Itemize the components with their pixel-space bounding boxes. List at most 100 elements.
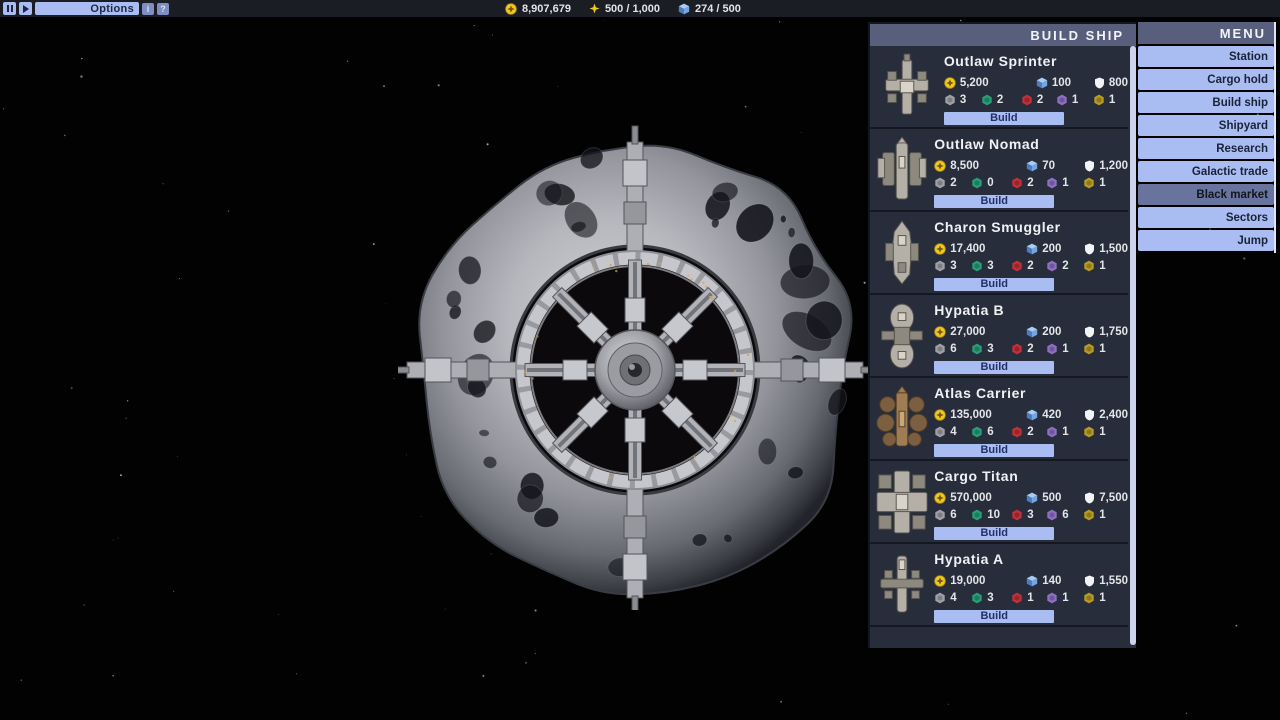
build-button[interactable]: Build [934, 278, 1054, 291]
cube-icon [1026, 409, 1038, 421]
material-gray: 3 [934, 260, 971, 272]
cube-icon [1026, 160, 1038, 172]
menu-panel: MENU Station Cargo hold Build ship Shipy… [1138, 22, 1276, 253]
top-bar: Options i ? 8,907,679 500 / 1,000 274 / … [0, 0, 1280, 17]
hexagon-gray-icon [934, 592, 946, 604]
hexagon-yellow-icon [1083, 343, 1095, 355]
ship-entry[interactable]: Atlas Carrier 135,000 420 [870, 378, 1128, 461]
menu-item-label: Jump [1237, 235, 1268, 247]
material-yellow: 1 [1083, 426, 1128, 438]
credits-icon [944, 77, 956, 89]
menu-item[interactable]: Cargo hold [1138, 69, 1274, 90]
hexagon-red-icon [1011, 592, 1023, 604]
hexagon-yellow-icon [1083, 426, 1095, 438]
hexagon-green-icon [971, 509, 983, 521]
ship-entry[interactable]: Hypatia A 19,000 140 [870, 544, 1128, 627]
play-button[interactable] [19, 2, 32, 15]
ship-info: Cargo Titan 570,000 500 [934, 461, 1128, 542]
ship-info: Charon Smuggler 17,400 200 [934, 212, 1128, 293]
menu-item[interactable]: Build ship [1138, 92, 1274, 113]
ship-entry[interactable]: Charon Smuggler 17,400 200 [870, 212, 1128, 295]
menu-item[interactable]: Sectors [1138, 207, 1274, 228]
hexagon-purple-icon [1046, 426, 1058, 438]
hexagon-yellow-icon [1083, 592, 1095, 604]
cost-credits: 5,200 [944, 77, 1036, 89]
build-button[interactable]: Build [934, 444, 1054, 457]
material-red: 2 [1011, 260, 1046, 272]
material-yellow: 1 [1083, 592, 1128, 604]
material-red: 2 [1021, 94, 1056, 106]
menu-item[interactable]: Jump [1138, 230, 1274, 251]
menu-item-label: Research [1216, 143, 1268, 155]
ship-name: Charon Smuggler [934, 219, 1128, 235]
cube-icon [678, 3, 690, 15]
build-ship-panel: BUILD SHIP Outlaw Sprinter 5,200 [868, 22, 1136, 648]
pause-button[interactable] [3, 2, 16, 15]
material-red: 2 [1011, 177, 1046, 189]
cost-cubes: 140 [1026, 575, 1084, 587]
ship-name: Outlaw Nomad [934, 136, 1128, 152]
cube-icon [1026, 243, 1038, 255]
cost-cubes: 100 [1036, 77, 1094, 89]
build-ship-title: BUILD SHIP [870, 24, 1136, 46]
hexagon-red-icon [1011, 426, 1023, 438]
build-button[interactable]: Build [934, 610, 1054, 623]
material-green: 10 [971, 509, 1011, 521]
info-button[interactable]: i [142, 3, 154, 15]
material-yellow: 1 [1083, 260, 1128, 272]
build-button[interactable]: Build [934, 361, 1054, 374]
material-green: 3 [971, 260, 1011, 272]
ship-cost-row: 5,200 100 800 [944, 74, 1128, 91]
cost-shield: 800 [1094, 77, 1128, 89]
ship-material-row: 3 2 2 [944, 91, 1128, 108]
menu-item[interactable]: Black market [1138, 184, 1274, 205]
build-button[interactable]: Build [934, 527, 1054, 540]
cube-icon [1036, 77, 1048, 89]
energy-counter: 500 / 1,000 [589, 3, 660, 15]
shield-icon [1094, 77, 1105, 89]
menu-item[interactable]: Galactic trade [1138, 161, 1274, 182]
hexagon-gray-icon [934, 260, 946, 272]
hexagon-green-icon [971, 177, 983, 189]
help-button[interactable]: ? [157, 3, 169, 15]
menu-item[interactable]: Research [1138, 138, 1274, 159]
ship-entry[interactable]: Outlaw Sprinter 5,200 100 [870, 46, 1128, 129]
scrollbar-thumb[interactable] [1130, 46, 1136, 645]
hexagon-purple-icon [1056, 94, 1068, 106]
cost-cubes: 200 [1026, 243, 1084, 255]
ship-info: Atlas Carrier 135,000 420 [934, 378, 1128, 459]
material-purple: 1 [1046, 343, 1083, 355]
ship-name: Outlaw Sprinter [944, 53, 1128, 69]
hexagon-yellow-icon [1093, 94, 1105, 106]
menu-item[interactable]: Station [1138, 46, 1274, 67]
asteroid-station[interactable] [398, 105, 876, 610]
menu-item[interactable]: Shipyard [1138, 115, 1274, 136]
options-button[interactable]: Options [35, 2, 139, 15]
material-purple: 1 [1046, 592, 1083, 604]
hexagon-purple-icon [1046, 509, 1058, 521]
hexagon-green-icon [971, 426, 983, 438]
build-button[interactable]: Build [944, 112, 1064, 125]
material-red: 3 [1011, 509, 1046, 521]
hexagon-green-icon [971, 592, 983, 604]
menu-item-label: Cargo hold [1207, 74, 1268, 86]
ship-thumbnail-icon [870, 46, 944, 127]
ship-entry[interactable]: Hypatia B 27,000 200 [870, 295, 1128, 378]
ship-thumbnail-icon [870, 544, 934, 625]
ship-entry[interactable]: Outlaw Nomad 8,500 70 [870, 129, 1128, 212]
shield-icon [1084, 575, 1095, 587]
menu-title: MENU [1138, 22, 1274, 44]
ship-entry[interactable]: Cargo Titan 570,000 500 [870, 461, 1128, 544]
ship-thumbnail-icon [870, 295, 934, 376]
hexagon-purple-icon [1046, 592, 1058, 604]
material-purple: 2 [1046, 260, 1083, 272]
credits-icon [934, 243, 946, 255]
shield-icon [1084, 160, 1095, 172]
cost-credits: 19,000 [934, 575, 1026, 587]
hexagon-gray-icon [944, 94, 956, 106]
material-green: 3 [971, 592, 1011, 604]
build-button[interactable]: Build [934, 195, 1054, 208]
shield-icon [1084, 326, 1095, 338]
ship-material-row: 4 3 1 [934, 589, 1128, 606]
hexagon-red-icon [1011, 509, 1023, 521]
